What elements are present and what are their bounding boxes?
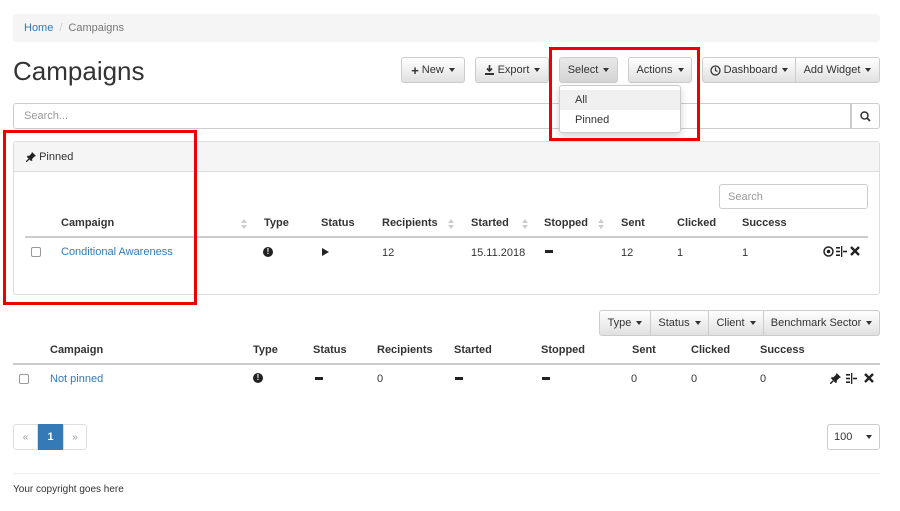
delete-icon[interactable] — [850, 246, 860, 256]
add-widget-button-label: Add Widget — [803, 64, 861, 76]
col-header-recipients[interactable]: Recipients — [382, 217, 438, 229]
col-header-stopped[interactable]: Stopped — [544, 217, 588, 229]
new-button[interactable]: + New — [401, 57, 465, 83]
col-header-success[interactable]: Success — [760, 344, 805, 356]
export-icon — [484, 64, 495, 76]
col-header-sent[interactable]: Sent — [632, 344, 656, 356]
col-header-success[interactable]: Success — [742, 217, 787, 229]
col-header-started[interactable]: Started — [471, 217, 509, 229]
dash-icon — [315, 377, 323, 380]
play-icon — [322, 248, 329, 256]
footer-copyright: Your copyright goes here — [13, 484, 124, 495]
filter-type-label: Type — [607, 317, 632, 329]
breadcrumb: Home / Campaigns — [13, 14, 880, 42]
caret-down-icon — [866, 435, 872, 439]
caret-down-icon — [782, 68, 789, 72]
recipients-cell: 0 — [377, 373, 384, 385]
row-checkbox[interactable] — [19, 374, 29, 384]
sent-cell: 12 — [621, 247, 634, 259]
col-header-stopped[interactable]: Stopped — [541, 344, 585, 356]
select-highlight-box — [549, 47, 700, 141]
sort-icon[interactable] — [448, 219, 454, 229]
table-header-divider — [13, 363, 880, 365]
page-size-value: 100 — [834, 431, 853, 443]
caret-down-icon — [448, 68, 455, 72]
dash-icon — [542, 377, 550, 380]
plus-icon: + — [411, 62, 419, 78]
pagination-page-1[interactable]: 1 — [38, 424, 63, 450]
dashboard-button-label: Dashboard — [723, 64, 778, 76]
pagination-prev[interactable]: « — [13, 424, 38, 450]
exclamation-circle-icon: ! — [263, 247, 273, 257]
col-header-type[interactable]: Type — [264, 217, 289, 229]
filter-status-button[interactable]: Status — [650, 310, 709, 336]
dashboard-button[interactable]: Dashboard — [702, 57, 796, 83]
started-cell: 15.11.2018 — [471, 247, 526, 259]
clicked-cell: 0 — [691, 373, 698, 385]
split-view-icon[interactable] — [846, 373, 857, 384]
exclamation-circle-icon: ! — [253, 373, 263, 383]
footer-divider — [13, 473, 880, 474]
search-input[interactable] — [13, 103, 851, 129]
page-size-select[interactable]: 100 — [827, 424, 880, 450]
add-widget-button[interactable]: Add Widget — [795, 57, 880, 83]
dash-icon — [545, 250, 553, 253]
breadcrumb-current: Campaigns — [68, 22, 125, 34]
col-header-started[interactable]: Started — [454, 344, 492, 356]
page-title: Campaigns — [13, 56, 145, 86]
sent-cell: 0 — [631, 373, 638, 385]
export-button[interactable]: Export — [475, 57, 549, 83]
dash-icon — [455, 377, 463, 380]
recipients-cell: 12 — [382, 247, 395, 259]
filter-status-label: Status — [658, 317, 690, 329]
filter-benchmark-label: Benchmark Sector — [770, 317, 862, 329]
caret-down-icon — [534, 68, 541, 72]
col-header-campaign[interactable]: Campaign — [50, 344, 103, 356]
caret-down-icon — [865, 68, 872, 72]
col-header-recipients[interactable]: Recipients — [377, 344, 433, 356]
unpin-circle-icon[interactable] — [823, 246, 834, 257]
filter-type-button[interactable]: Type — [599, 310, 651, 336]
split-view-icon[interactable] — [836, 246, 847, 257]
success-cell: 1 — [742, 247, 749, 259]
caret-down-icon — [694, 321, 701, 325]
dashboard-clock-icon — [709, 64, 721, 76]
pagination-next[interactable]: » — [63, 424, 87, 450]
sort-icon[interactable] — [598, 219, 604, 229]
success-cell: 0 — [760, 373, 767, 385]
pinned-search-input[interactable] — [719, 184, 868, 209]
col-header-status[interactable]: Status — [313, 344, 347, 356]
search-icon — [860, 110, 871, 122]
campaign-link[interactable]: Not pinned — [50, 373, 103, 385]
breadcrumb-home-link[interactable]: Home — [24, 22, 53, 34]
filter-benchmark-button[interactable]: Benchmark Sector — [763, 310, 880, 336]
pin-icon[interactable] — [830, 373, 841, 384]
caret-down-icon — [866, 321, 873, 325]
col-header-clicked[interactable]: Clicked — [691, 344, 730, 356]
filter-client-button[interactable]: Client — [708, 310, 764, 336]
delete-icon[interactable] — [864, 373, 874, 383]
col-header-status[interactable]: Status — [321, 217, 355, 229]
clicked-cell: 1 — [677, 247, 684, 259]
sort-icon[interactable] — [241, 219, 247, 229]
pinned-highlight-box — [3, 130, 197, 305]
col-header-clicked[interactable]: Clicked — [677, 217, 716, 229]
breadcrumb-separator: / — [59, 22, 63, 34]
col-header-type[interactable]: Type — [253, 344, 278, 356]
new-button-label: New — [421, 64, 444, 76]
sort-icon[interactable] — [522, 219, 528, 229]
col-header-sent[interactable]: Sent — [621, 217, 645, 229]
caret-down-icon — [636, 321, 643, 325]
search-button[interactable] — [851, 103, 880, 129]
caret-down-icon — [749, 321, 756, 325]
filter-client-label: Client — [716, 317, 745, 329]
export-button-label: Export — [497, 64, 530, 76]
